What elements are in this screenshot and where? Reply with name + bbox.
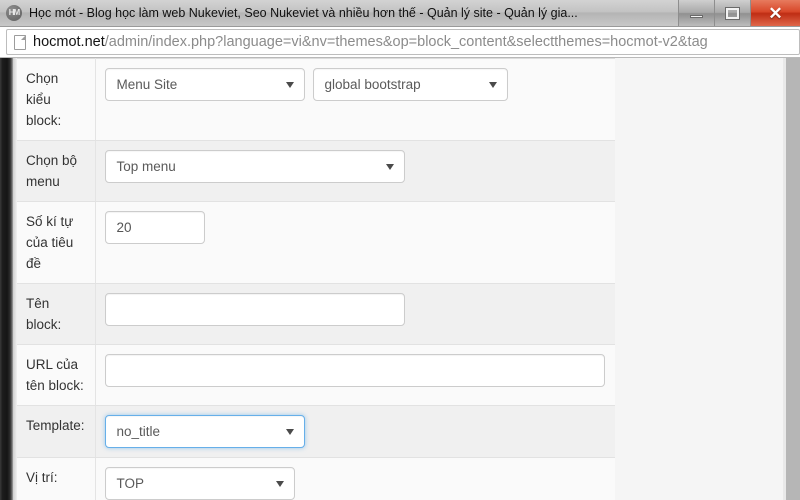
chevron-down-icon: [285, 428, 294, 435]
field-group: Top menu: [104, 150, 605, 183]
form-row-label: Vị trí:: [17, 457, 96, 500]
minimize-button[interactable]: [678, 0, 714, 26]
text-input-value: 20: [116, 220, 132, 235]
field-group: Menu Site global bootstrap: [104, 68, 605, 101]
field-group: TOP: [104, 467, 605, 500]
form-row: Tên block:: [17, 283, 615, 345]
window-title-bar[interactable]: HM Học mót - Blog học làm web Nukeviet, …: [0, 0, 800, 27]
window-controls: ✕: [678, 0, 800, 26]
address-bar[interactable]: hocmot.net/admin/index.php?language=vi&n…: [6, 29, 800, 55]
form-row-label: Template:: [17, 405, 96, 458]
url-host: hocmot.net: [33, 34, 105, 50]
maximize-icon: [725, 6, 740, 20]
field-group: no_title: [104, 415, 605, 448]
form-row: Chọn bộ menu Top menu: [17, 140, 615, 202]
chevron-down-icon: [488, 81, 497, 88]
form-row-field: TOP: [95, 457, 615, 500]
form-row-field: [95, 283, 615, 345]
form-row: Vị trí: TOP: [17, 457, 615, 500]
select-top-menu[interactable]: Top menu: [104, 150, 405, 183]
form-row-label: Chọn bộ menu: [17, 140, 96, 202]
page-right-edge: [786, 58, 800, 500]
text-input[interactable]: 20: [104, 211, 205, 244]
select-value: global bootstrap: [324, 77, 421, 92]
form-row-label: Số kí tự của tiêu đề: [17, 201, 96, 284]
text-input[interactable]: [104, 293, 405, 326]
close-button[interactable]: ✕: [750, 0, 800, 26]
minimize-icon: [690, 15, 703, 18]
chevron-down-icon: [275, 480, 284, 487]
select-value: TOP: [116, 476, 145, 491]
address-bar-text: hocmot.net/admin/index.php?language=vi&n…: [33, 33, 708, 51]
address-bar-container: hocmot.net/admin/index.php?language=vi&n…: [0, 27, 800, 58]
select-global-bootstrap[interactable]: global bootstrap: [312, 68, 508, 101]
form-row-field: Top menu: [95, 140, 615, 202]
form-row-label: URL của tên block:: [17, 344, 96, 406]
form-rows: Chọn kiểu block: Menu Site global bootstra…: [17, 58, 615, 500]
page-icon: [14, 34, 26, 50]
select-value: Top menu: [116, 159, 176, 174]
select-value: Menu Site: [116, 77, 178, 92]
field-group: [104, 293, 605, 326]
select-no-title[interactable]: no_title: [104, 415, 305, 448]
form-row: Template: no_title: [17, 405, 615, 458]
select-menu-site[interactable]: Menu Site: [104, 68, 305, 101]
text-input[interactable]: [104, 354, 605, 387]
page-left-gutter: [0, 58, 13, 500]
select-value: no_title: [116, 424, 161, 439]
form-row-field: 20: [95, 201, 615, 284]
page-viewport: Chọn kiểu block: Menu Site global bootstra…: [0, 58, 800, 500]
maximize-button[interactable]: [714, 0, 750, 26]
chevron-down-icon: [285, 81, 294, 88]
form-row-field: Menu Site global bootstrap: [95, 58, 615, 141]
field-group: 20: [104, 211, 605, 244]
url-path: /admin/index.php?language=vi&nv=themes&o…: [104, 34, 708, 50]
close-icon: ✕: [768, 3, 783, 23]
form-row: URL của tên block:: [17, 344, 615, 406]
block-settings-form: Chọn kiểu block: Menu Site global bootstra…: [17, 58, 615, 500]
window-title-text: Học mót - Blog học làm web Nukeviet, Seo…: [29, 6, 578, 20]
form-row-label: Chọn kiểu block:: [17, 58, 96, 141]
select-top[interactable]: TOP: [104, 467, 295, 500]
chevron-down-icon: [385, 163, 394, 170]
form-row-field: no_title: [95, 405, 615, 458]
form-row: Số kí tự của tiêu đề 20: [17, 201, 615, 284]
form-row-label: Tên block:: [17, 283, 96, 345]
form-row: Chọn kiểu block: Menu Site global bootstra…: [17, 58, 615, 141]
browser-window: HM Học mót - Blog học làm web Nukeviet, …: [0, 0, 800, 500]
form-row-field: [95, 344, 615, 406]
field-group: [104, 354, 605, 387]
favicon-icon: HM: [6, 5, 22, 21]
